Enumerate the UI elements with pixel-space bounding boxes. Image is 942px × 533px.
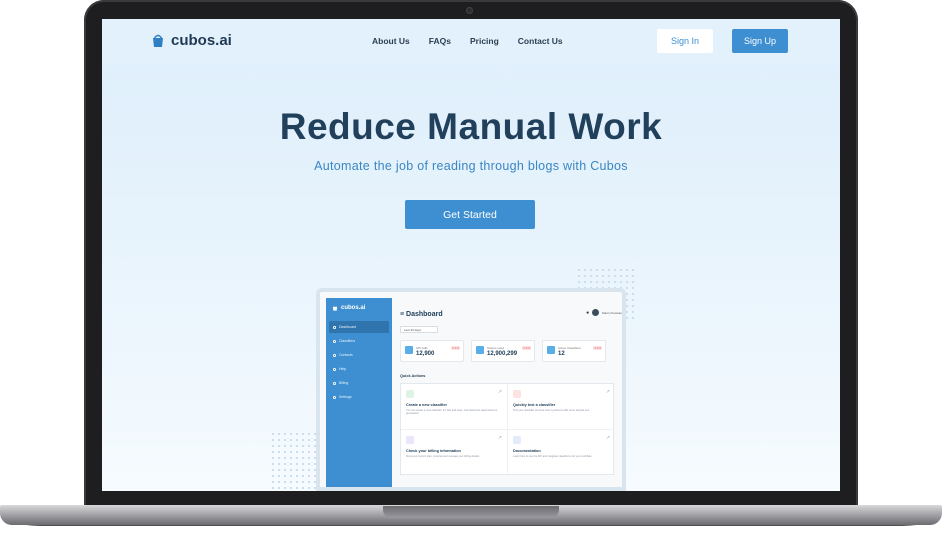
bucket-icon [332,306,338,311]
nav-link-pricing[interactable]: Pricing [470,36,499,46]
hero-title: Reduce Manual Work [279,106,663,147]
stat-label: API calls [416,346,428,350]
stat-label: Tokens used [487,346,504,350]
dashboard-nav-label: Billing [339,381,349,385]
bell-icon[interactable]: ● [586,310,589,316]
stat-change: 3.2% [593,346,602,350]
nav-links: About Us FAQs Pricing Contact Us [372,36,563,46]
dashboard-nav-item[interactable]: Contacts [329,349,389,361]
quick-action-desc: Learn how to use the API and integrate c… [513,455,593,458]
quick-action-desc: View your current plan, invoices and man… [406,455,480,458]
top-nav: cubos.ai About Us FAQs Pricing Contact U… [102,19,840,65]
quick-action-card[interactable]: ↗ Check your billing information View yo… [401,430,508,476]
dashboard-brand-name: cubos.ai [341,305,366,311]
stat-change: 3.2% [451,346,460,350]
dashboard-nav: Dashboard Classifiers Contacts Help Bill… [329,321,389,405]
screen: cubos.ai About Us FAQs Pricing Contact U… [102,19,840,491]
dashboard-nav-item[interactable]: Billing [329,377,389,389]
quick-action-card[interactable]: ↗ Create a new classifier You can create… [401,384,508,430]
billing-icon [406,436,414,444]
quick-action-card[interactable]: ↗ Quickly test a classifier Test your cl… [508,384,615,430]
sign-up-button[interactable]: Sign Up [732,29,788,53]
quick-action-title: Create a new classifier [406,403,447,407]
date-filter-select[interactable]: Last 30 days [400,326,438,333]
dashboard-nav-label: Settings [339,395,352,399]
test-icon [513,390,521,398]
sign-in-button[interactable]: Sign In [657,29,713,53]
stat-label: Active Classifiers [558,346,581,350]
quick-action-title: Documentation [513,449,541,453]
contacts-icon [333,353,336,357]
dashboard-sidebar: cubos.ai Dashboard Classifiers Contacts … [326,298,392,487]
nav-link-faqs[interactable]: FAQs [429,36,451,46]
stat-value: 12,900,299 [487,351,518,357]
stat-icon [476,346,484,354]
stat-icon [547,346,555,354]
brand-name: cubos.ai [171,32,232,49]
stat-card: API calls 12,900 3.2% [400,340,464,362]
help-icon [333,367,336,371]
get-started-button[interactable]: Get Started [405,200,535,229]
settings-icon [333,395,336,399]
billing-icon [333,381,336,385]
brand-logo[interactable]: cubos.ai [151,32,232,49]
quick-action-desc: You can create a new classifier. It's fa… [406,409,498,416]
quick-action-desc: Test your classifier and see how it perf… [513,409,590,412]
dashboard-nav-label: Contacts [339,353,353,357]
stat-value: 12 [558,351,565,357]
dashboard-nav-item[interactable]: Dashboard [329,321,389,333]
quick-actions-grid: ↗ Create a new classifier You can create… [400,383,615,476]
dashboard-title-text: Dashboard [406,311,443,318]
bucket-icon [153,34,163,47]
dashboard-nav-item[interactable]: Classifiers [329,335,389,347]
dashboard-preview: cubos.ai Dashboard Classifiers Contacts … [316,288,626,491]
nav-link-about[interactable]: About Us [372,36,410,46]
dashboard-title: ≡ Dashboard [400,311,443,318]
stat-card: Active Classifiers 12 3.2% [542,340,606,362]
dashboard-nav-label: Help [339,367,347,371]
arrow-icon: ↗ [497,389,502,395]
plus-icon [406,390,414,398]
date-filter-value: Last 30 days [404,327,422,332]
nav-link-contact[interactable]: Contact Us [518,36,563,46]
stat-card: Tokens used 12,900,299 3.2% [471,340,535,362]
quick-action-card[interactable]: ↗ Documentation Learn how to use the API… [508,430,615,476]
grid-icon [333,339,336,343]
quick-action-title: Check your billing information [406,449,461,453]
quick-action-title: Quickly test a classifier [513,403,556,407]
arrow-icon: ↗ [605,435,610,441]
dashboard-nav-label: Classifiers [339,339,356,343]
stat-change: 3.2% [522,346,531,350]
quick-actions-title: Quick Actions [400,374,426,378]
stat-icon [405,346,413,354]
dashboard-nav-label: Dashboard [339,325,357,329]
hero-subtitle: Automate the job of reading through blog… [314,159,628,173]
stat-value: 12,900 [416,351,435,357]
docs-icon [513,436,521,444]
dashboard-main: ≡ Dashboard ● Marco Kuswan Last 30 days … [400,298,622,487]
home-icon [333,325,336,329]
dashboard-brand: cubos.ai [332,305,365,311]
arrow-icon: ↗ [497,435,502,441]
dashboard-user-name: Marco Kuswan [602,310,622,315]
arrow-icon: ↗ [605,389,610,395]
avatar[interactable] [592,309,600,316]
dashboard-nav-item[interactable]: Settings [329,391,389,403]
laptop-notch [383,506,559,518]
dashboard-user[interactable]: ● Marco Kuswan [586,309,622,316]
camera-icon [466,7,473,14]
dashboard-nav-item[interactable]: Help [329,363,389,375]
